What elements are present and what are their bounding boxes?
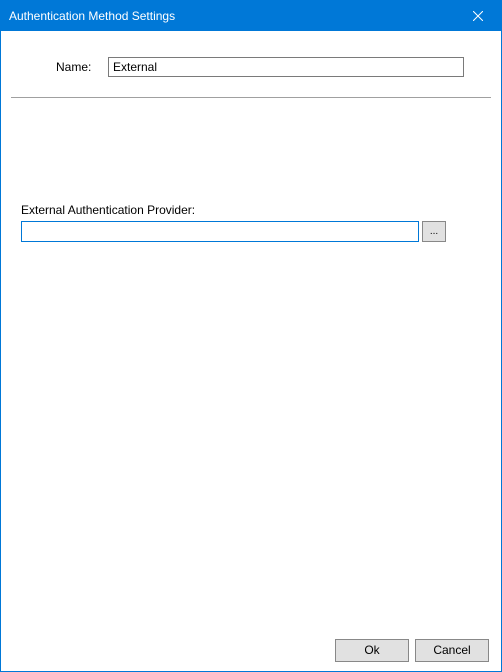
close-icon <box>473 11 483 21</box>
ok-button[interactable]: Ok <box>335 639 409 662</box>
external-provider-row: ... <box>21 221 446 242</box>
window-title: Authentication Method Settings <box>1 9 175 23</box>
ok-button-label: Ok <box>364 643 379 657</box>
name-row: Name: <box>56 57 464 77</box>
name-label: Name: <box>56 60 104 74</box>
close-button[interactable] <box>455 1 501 31</box>
external-provider-input[interactable] <box>21 221 419 242</box>
titlebar: Authentication Method Settings <box>1 1 501 31</box>
external-provider-label: External Authentication Provider: <box>21 203 195 217</box>
dialog-body: Name: External Authentication Provider: … <box>1 31 501 629</box>
cancel-button[interactable]: Cancel <box>415 639 489 662</box>
name-input[interactable] <box>108 57 464 77</box>
dialog-footer: Ok Cancel <box>1 629 501 671</box>
ellipsis-icon: ... <box>430 226 438 237</box>
cancel-button-label: Cancel <box>433 643 470 657</box>
dialog-window: Authentication Method Settings Name: Ext… <box>0 0 502 672</box>
browse-button[interactable]: ... <box>422 221 446 242</box>
divider <box>11 97 491 98</box>
